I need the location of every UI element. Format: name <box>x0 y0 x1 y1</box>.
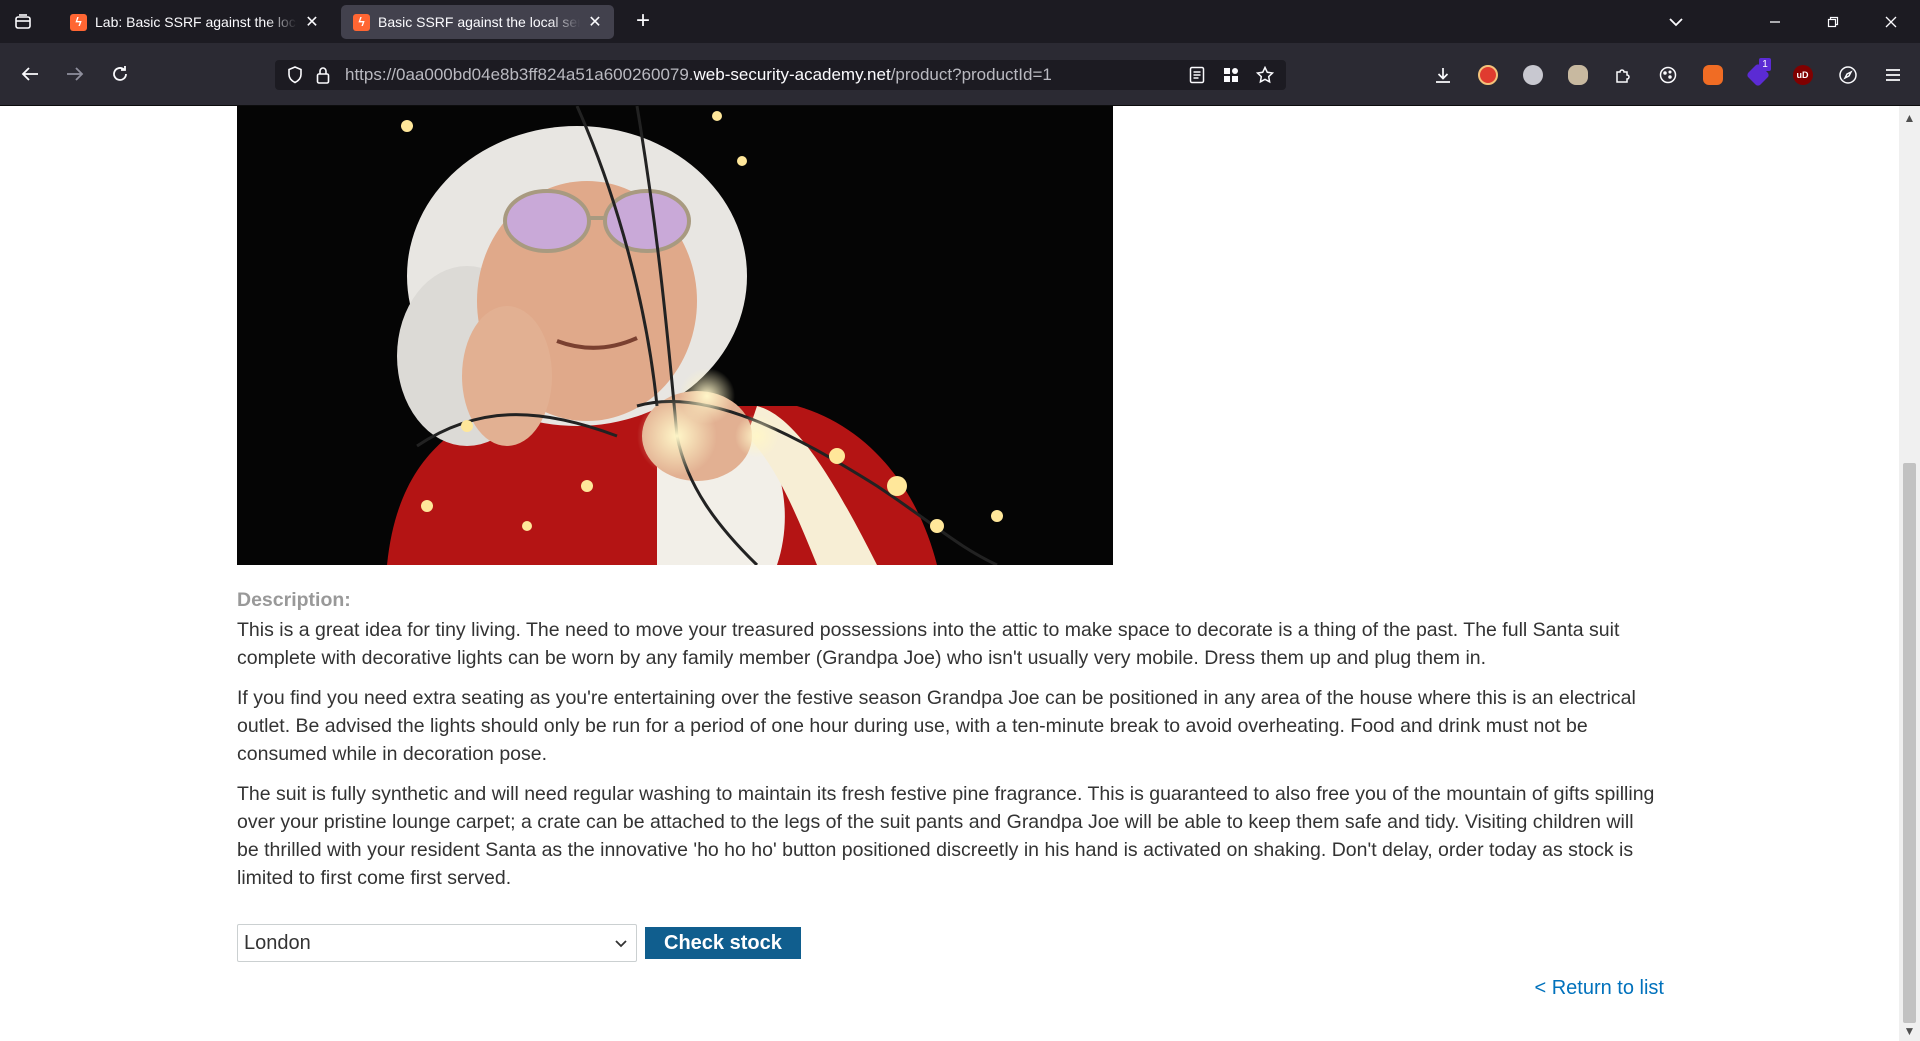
puzzle-icon <box>1615 69 1630 83</box>
extensions-button[interactable] <box>1600 58 1645 92</box>
extension-mask[interactable] <box>1555 58 1600 92</box>
check-stock-button[interactable]: Check stock <box>645 927 801 959</box>
arrow-right-icon <box>67 67 84 81</box>
close-window-button[interactable] <box>1862 0 1920 43</box>
cookie-icon <box>1659 66 1676 84</box>
close-icon[interactable]: ✕ <box>303 12 321 32</box>
description-label: Description: <box>237 589 351 611</box>
grid-extension-button[interactable] <box>1214 60 1248 90</box>
reload-icon <box>113 66 127 81</box>
reader-view-icon <box>1189 66 1205 84</box>
lock-icon[interactable] <box>309 60 337 90</box>
tab-list-button[interactable] <box>0 0 46 43</box>
tab-lab[interactable]: ϟ Lab: Basic SSRF against the local serv… <box>58 5 331 39</box>
app-menu-button[interactable] <box>1870 58 1915 92</box>
tab-overflow-button[interactable] <box>1653 0 1699 43</box>
address-bar[interactable]: https://0aa000bd04e8b3ff824a51a600260079… <box>275 60 1286 90</box>
reload-button[interactable] <box>104 58 136 90</box>
restore-button[interactable] <box>1804 0 1862 43</box>
tab-bar: ϟ Lab: Basic SSRF against the local serv… <box>0 0 1920 43</box>
store-select[interactable]: London <box>237 924 637 962</box>
forward-button[interactable] <box>59 58 91 90</box>
store-select-value: London <box>244 931 311 954</box>
bookmark-button[interactable] <box>1248 60 1282 90</box>
extension-hexagon[interactable]: 1 <box>1735 58 1780 92</box>
url-prefix: https://0aa000bd04e8b3ff824a51a600260079… <box>345 65 694 84</box>
extension-cookie[interactable] <box>1645 58 1690 92</box>
stock-check-form: London Check stock <box>237 924 801 962</box>
page-viewport: Description: This is a great idea for ti… <box>0 106 1899 1041</box>
extension-compass[interactable] <box>1825 58 1870 92</box>
scroll-up-arrow[interactable]: ▲ <box>1899 108 1920 128</box>
ublock-icon: uD <box>1792 65 1813 85</box>
downloads-button[interactable] <box>1420 58 1465 92</box>
return-to-list-link[interactable]: < Return to list <box>1534 977 1664 1000</box>
scroll-down-arrow[interactable]: ▼ <box>1899 1021 1920 1041</box>
close-icon <box>1885 16 1897 27</box>
vertical-scrollbar[interactable]: ▲ ▼ <box>1899 106 1920 1041</box>
extension-glasses[interactable] <box>1510 58 1555 92</box>
minimize-icon <box>1770 20 1780 23</box>
new-tab-button[interactable]: + <box>630 9 656 35</box>
chevron-down-icon <box>615 940 627 948</box>
extension-fox[interactable] <box>1690 58 1735 92</box>
compass-icon <box>1838 66 1857 84</box>
url-text[interactable]: https://0aa000bd04e8b3ff824a51a600260079… <box>345 65 1052 85</box>
tab-title: Lab: Basic SSRF against the local server <box>95 14 297 30</box>
bolt-icon: ϟ <box>70 13 87 31</box>
description-paragraph: This is a great idea for tiny living. Th… <box>237 619 1620 669</box>
glasses-ext-icon <box>1522 65 1543 85</box>
menu-icon <box>1885 69 1900 81</box>
arrow-left-icon <box>21 67 38 81</box>
bolt-icon: ϟ <box>353 13 370 31</box>
download-icon <box>1435 68 1450 83</box>
shield-icon[interactable] <box>281 60 309 90</box>
close-icon[interactable]: ✕ <box>586 12 604 32</box>
url-host: web-security-academy.net <box>693 65 891 84</box>
star-icon <box>1256 66 1274 84</box>
reader-view-button[interactable] <box>1180 60 1214 90</box>
minimize-button[interactable] <box>1746 0 1804 43</box>
extension-badge: 1 <box>1759 58 1771 71</box>
scroll-thumb[interactable] <box>1903 463 1916 1023</box>
fox-ext-icon <box>1702 65 1723 85</box>
grid-icon <box>1224 68 1238 82</box>
mask-ext-icon <box>1567 65 1588 85</box>
extension-shield[interactable] <box>1465 58 1510 92</box>
product-description: Description: This is a great idea for ti… <box>237 586 1657 904</box>
description-paragraph: If you find you need extra seating as yo… <box>237 687 1636 765</box>
chevron-down-icon <box>1669 17 1683 26</box>
restore-icon <box>1827 16 1839 27</box>
navigation-toolbar: https://0aa000bd04e8b3ff824a51a600260079… <box>0 43 1920 106</box>
tab-title: Basic SSRF against the local server <box>378 14 580 30</box>
url-path: /product?productId=1 <box>890 65 1052 84</box>
product-image <box>237 106 1113 565</box>
folder-tabs-icon <box>15 13 31 29</box>
description-paragraph: The suit is fully synthetic and will nee… <box>237 783 1655 889</box>
shield-ext-icon <box>1477 65 1498 85</box>
back-button[interactable] <box>14 58 46 90</box>
extension-ublock[interactable]: uD <box>1780 58 1825 92</box>
tab-product[interactable]: ϟ Basic SSRF against the local server ✕ <box>341 5 614 39</box>
